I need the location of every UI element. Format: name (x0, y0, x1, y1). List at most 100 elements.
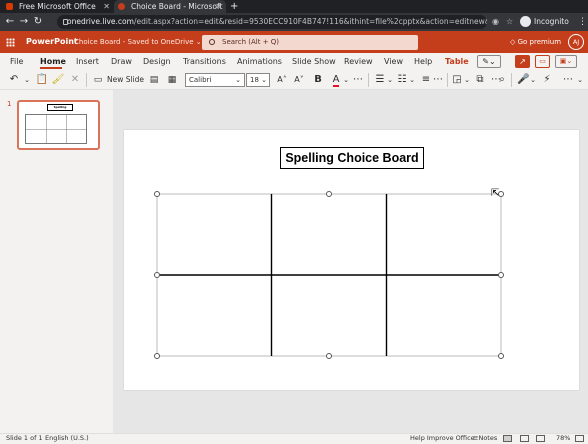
app-launcher-icon[interactable] (6, 38, 15, 47)
app-name[interactable]: PowerPoint (26, 31, 78, 53)
separator (86, 73, 87, 87)
close-tab-icon[interactable]: ✕ (103, 0, 110, 13)
tab-draw[interactable]: Draw (111, 53, 132, 70)
tab-title: Choice Board - Microsoft P (131, 2, 223, 11)
normal-view-icon[interactable] (503, 435, 512, 442)
diamond-icon: ◇ (510, 38, 516, 46)
choice-board-table[interactable]: ⇱ (154, 189, 504, 359)
font-color-dropdown-icon[interactable]: ⌄ (342, 72, 350, 88)
bullets-icon[interactable]: ☰ (374, 72, 386, 88)
shapes-icon[interactable]: ◲ (451, 72, 463, 88)
reload-icon[interactable]: ↻ (32, 13, 44, 31)
close-tab-icon[interactable]: ✕ (215, 0, 222, 13)
tab-design[interactable]: Design (143, 53, 171, 70)
separator (368, 73, 369, 87)
numbering-dropdown-icon[interactable]: ⌄ (408, 72, 416, 88)
comments-icon[interactable]: ▭ (535, 55, 550, 68)
increase-font-icon[interactable]: A˄ (276, 72, 288, 88)
decrease-font-icon[interactable]: A˅ (293, 72, 305, 88)
resize-handle-top[interactable] (326, 191, 332, 197)
font-name-select[interactable]: Calibri ⌄ (185, 73, 245, 87)
bold-icon[interactable]: B (312, 72, 324, 88)
tab-view[interactable]: View (384, 53, 403, 70)
chevron-down-icon: ⌄ (195, 38, 202, 46)
incognito-label[interactable]: Incognito (534, 13, 569, 31)
go-premium-label: Go premium (517, 38, 562, 46)
present-icon[interactable]: ▣⌄ (555, 55, 577, 68)
tracking-blocked-icon[interactable]: ◉ (492, 13, 499, 31)
slide-title[interactable]: Spelling Choice Board (280, 147, 424, 169)
new-tab-button[interactable]: + (230, 0, 238, 13)
zoom-level[interactable]: 78% (556, 433, 570, 444)
font-color-icon[interactable]: A (330, 72, 342, 88)
dictate-icon[interactable]: 🎤 (517, 72, 529, 88)
find-icon[interactable]: ⌕ (496, 72, 508, 88)
tab-title: Free Microsoft Office onlin (19, 2, 96, 11)
reuse-slide-icon[interactable]: ▦ (166, 72, 178, 88)
new-slide-icon[interactable]: ▭ (92, 72, 104, 88)
tab-transitions[interactable]: Transitions (183, 53, 226, 70)
lock-icon[interactable] (63, 19, 68, 25)
forward-icon[interactable]: → (18, 13, 30, 31)
browser-tab-office[interactable]: Free Microsoft Office onlin ✕ (2, 0, 114, 13)
search-icon (209, 39, 215, 45)
tab-slide-show[interactable]: Slide Show (292, 53, 336, 70)
search-input[interactable]: Search (Alt + Q) (202, 35, 418, 50)
editing-mode-pen-icon[interactable]: ✎⌄ (477, 55, 501, 68)
resize-handle-bottom-right[interactable] (498, 353, 504, 359)
notes-label: Notes (478, 434, 498, 442)
doc-title-text: Choice Board (74, 38, 121, 46)
font-name-value: Calibri (189, 76, 212, 84)
format-painter-icon[interactable]: 🖌 (51, 72, 65, 88)
thumbnail-table (25, 114, 87, 144)
browser-menu-icon[interactable]: ⋮ (578, 13, 587, 31)
more-options-icon[interactable]: ⋯ (562, 72, 574, 88)
numbering-icon[interactable]: ☷ (396, 72, 408, 88)
paste-icon[interactable]: 📋 (35, 72, 49, 88)
align-icon[interactable]: ≡ (420, 72, 432, 88)
reading-view-icon[interactable] (536, 435, 545, 442)
slide-thumbnail[interactable]: Spelling Choice Board (17, 100, 100, 150)
notes-button[interactable]: ≡Notes (473, 433, 497, 444)
resize-handle-bottom[interactable] (326, 353, 332, 359)
avatar[interactable]: AJ (568, 34, 584, 50)
font-size-select[interactable]: 18 ⌄ (246, 73, 270, 87)
browser-tab-powerpoint[interactable]: Choice Board - Microsoft P ✕ (114, 0, 226, 13)
slide-number: 1 (7, 100, 12, 108)
document-title[interactable]: Choice Board - Saved to OneDrive ⌄ (74, 31, 202, 53)
chevron-down-icon: ⌄ (261, 76, 267, 84)
new-slide-button[interactable]: New Slide (107, 72, 144, 88)
resize-handle-top-left[interactable] (154, 191, 160, 197)
language-button[interactable]: English (U.S.) (45, 433, 89, 444)
designer-icon[interactable]: ⚡ (541, 72, 553, 88)
undo-dropdown-icon[interactable]: ⌄ (22, 72, 32, 88)
help-improve-button[interactable]: Help Improve Office (410, 433, 475, 444)
share-icon[interactable]: ↗ (515, 55, 530, 68)
tab-table[interactable]: Table (445, 53, 469, 70)
address-bar[interactable]: onedrive.live.com/edit.aspx?action=edit&… (57, 15, 487, 29)
arrange-icon[interactable]: ⧉ (474, 72, 486, 88)
fit-to-window-icon[interactable] (575, 435, 584, 442)
resize-handle-bottom-left[interactable] (154, 353, 160, 359)
tab-review[interactable]: Review (344, 53, 373, 70)
go-premium-button[interactable]: ◇ Go premium (510, 31, 561, 53)
tab-insert[interactable]: Insert (76, 53, 99, 70)
delete-icon[interactable]: ✕ (68, 72, 82, 88)
more-font-options-icon[interactable]: ⋯ (352, 72, 364, 88)
resize-handle-left[interactable] (154, 272, 160, 278)
tab-file[interactable]: File (10, 53, 23, 70)
dictate-dropdown-icon[interactable]: ⌄ (529, 72, 537, 88)
back-icon[interactable]: ← (4, 13, 16, 31)
more-paragraph-options-icon[interactable]: ⋯ (432, 72, 444, 88)
tab-help[interactable]: Help (414, 53, 432, 70)
font-size-value: 18 (250, 76, 259, 84)
undo-icon[interactable]: ↶ (6, 72, 22, 88)
ribbon-collapse-icon[interactable]: ⌄ (575, 72, 585, 88)
resize-handle-right[interactable] (498, 272, 504, 278)
bookmark-star-icon[interactable]: ☆ (506, 13, 513, 31)
layout-icon[interactable]: ▤ (148, 72, 160, 88)
tab-animations[interactable]: Animations (237, 53, 282, 70)
slide-sorter-icon[interactable] (520, 435, 529, 442)
shapes-dropdown-icon[interactable]: ⌄ (463, 72, 471, 88)
bullets-dropdown-icon[interactable]: ⌄ (386, 72, 394, 88)
